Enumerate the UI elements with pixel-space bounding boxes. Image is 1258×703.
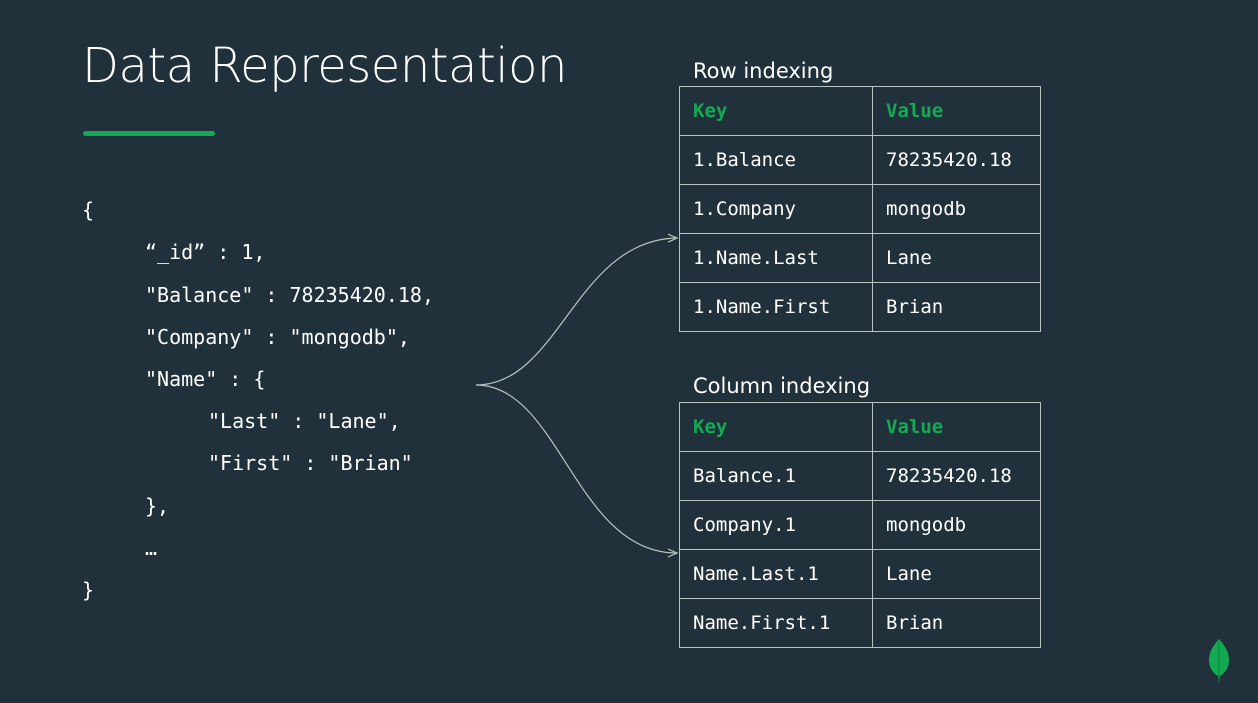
arrow-to-column-indexing [475, 384, 677, 553]
header-value: Value [872, 402, 1041, 452]
header-key: Key [679, 86, 873, 136]
table-row: 1.Name.First Brian [679, 282, 1041, 332]
table-row: 1.Balance 78235420.18 [679, 135, 1041, 185]
key-cell: 1.Company [679, 184, 873, 234]
table-row: Balance.1 78235420.18 [679, 451, 1041, 501]
column-indexing-table: Key Value Balance.1 78235420.18 Company.… [679, 402, 1041, 648]
value-cell: Brian [872, 598, 1041, 648]
value-cell: Brian [872, 282, 1041, 332]
row-indexing-label: Row indexing [693, 59, 834, 83]
row-indexing-table: Key Value 1.Balance 78235420.18 1.Compan… [679, 86, 1041, 332]
key-cell: 1.Name.First [679, 282, 873, 332]
header-key: Key [679, 402, 873, 452]
key-cell: Name.Last.1 [679, 549, 873, 599]
table-header-row: Key Value [679, 86, 1041, 136]
key-cell: Name.First.1 [679, 598, 873, 648]
table-row: Name.Last.1 Lane [679, 549, 1041, 599]
header-value: Value [872, 86, 1041, 136]
key-cell: 1.Name.Last [679, 233, 873, 283]
table-row: Name.First.1 Brian [679, 598, 1041, 648]
table-row: Company.1 mongodb [679, 500, 1041, 550]
connector-arrows [475, 0, 1258, 703]
arrow-to-row-indexing [475, 238, 677, 386]
value-cell: 78235420.18 [872, 451, 1041, 501]
mongodb-leaf-icon [1209, 639, 1229, 683]
value-cell: Lane [872, 233, 1041, 283]
slide: Data Representation { “_id” : 1, "Balanc… [0, 0, 1258, 703]
table-row: 1.Name.Last Lane [679, 233, 1041, 283]
key-cell: Company.1 [679, 500, 873, 550]
table-row: 1.Company mongodb [679, 184, 1041, 234]
key-cell: Balance.1 [679, 451, 873, 501]
value-cell: Lane [872, 549, 1041, 599]
value-cell: 78235420.18 [872, 135, 1041, 185]
value-cell: mongodb [872, 500, 1041, 550]
value-cell: mongodb [872, 184, 1041, 234]
key-cell: 1.Balance [679, 135, 873, 185]
table-header-row: Key Value [679, 402, 1041, 452]
column-indexing-label: Column indexing [693, 374, 871, 398]
